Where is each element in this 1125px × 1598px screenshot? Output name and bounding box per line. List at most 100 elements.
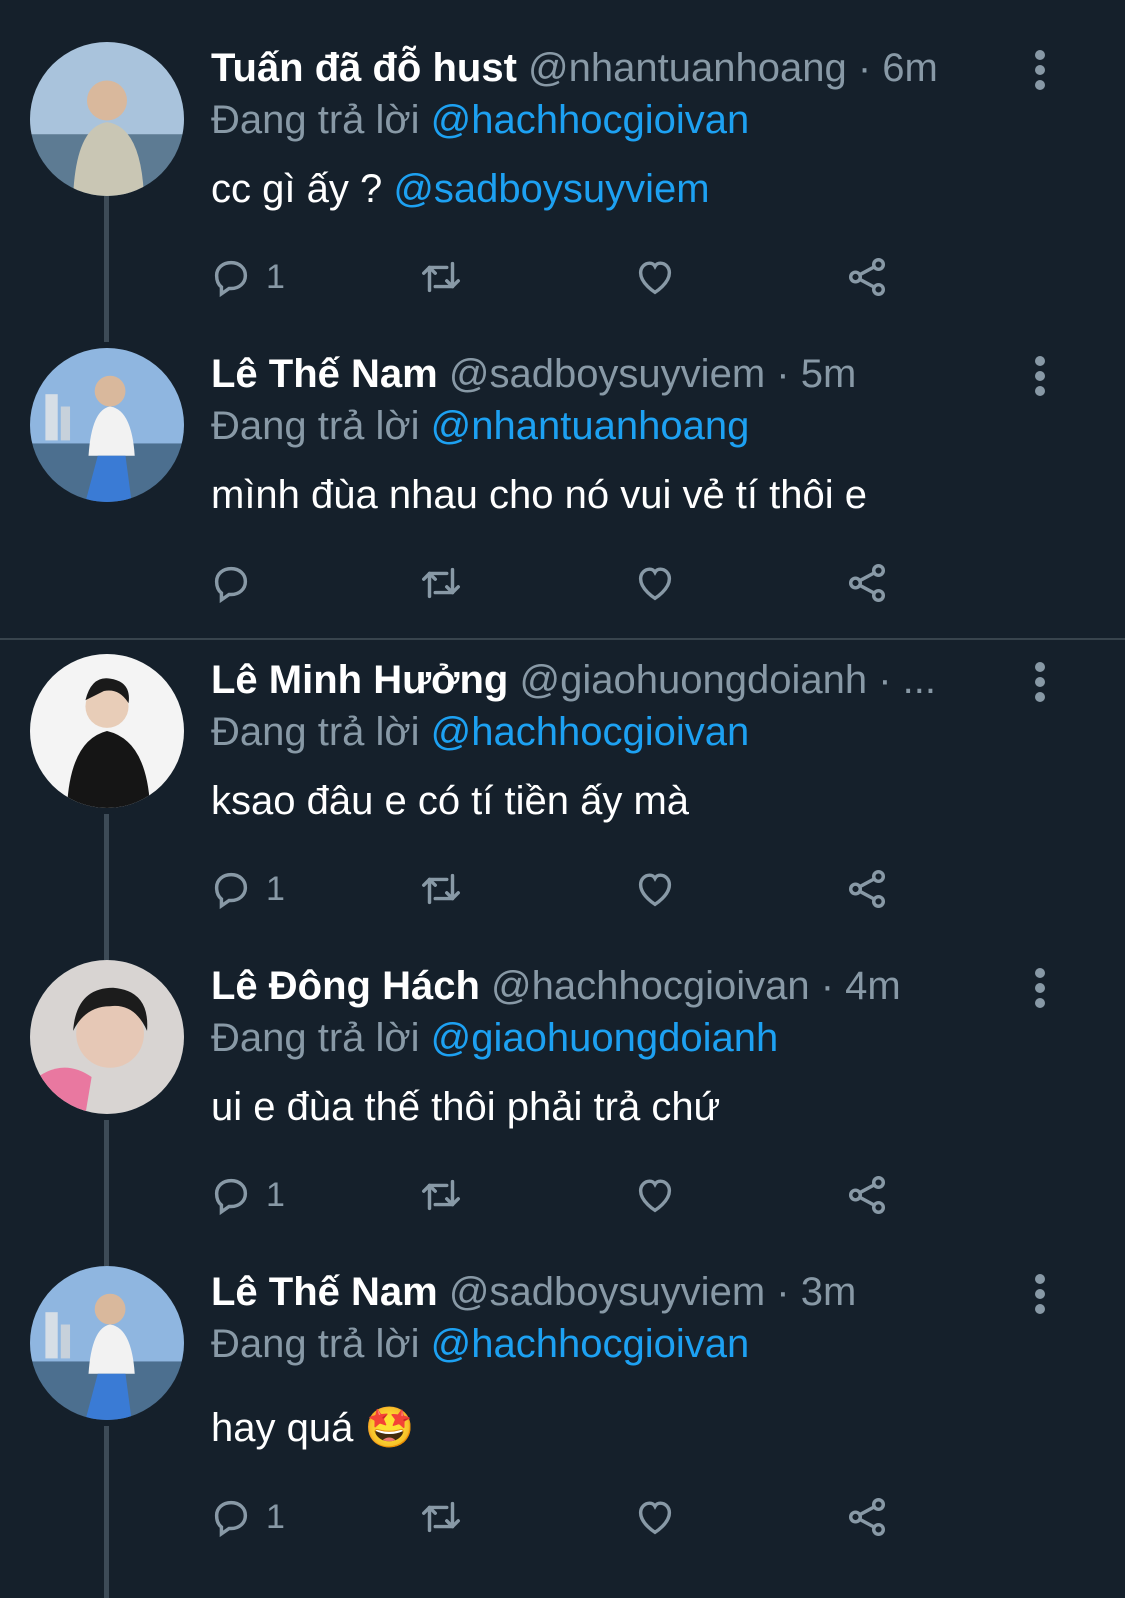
- display-name[interactable]: Lê Thế Nam: [211, 352, 438, 396]
- share-button[interactable]: [844, 864, 890, 914]
- retweet-icon: [422, 567, 460, 599]
- avatar[interactable]: [30, 960, 184, 1114]
- timestamp[interactable]: · ...: [878, 658, 936, 702]
- replying-label: Đang trả lời: [211, 1322, 420, 1366]
- reply-mention-link[interactable]: @hachhocgioivan: [431, 710, 750, 754]
- display-name[interactable]: Lê Đông Hách: [211, 964, 480, 1008]
- tweet[interactable]: Lê Thế Nam @sadboysuyviem · 3m Đang trả …: [0, 1224, 1125, 1538]
- reply-icon: [214, 872, 248, 910]
- replying-to: Đang trả lời @hachhocgioivan: [211, 708, 749, 756]
- retweet-button[interactable]: [418, 1170, 464, 1220]
- tweet-text: ksao đâu e có tí tiền ấy mà: [211, 777, 689, 825]
- retweet-button[interactable]: [418, 864, 464, 914]
- retweet-button[interactable]: [418, 1492, 464, 1542]
- retweet-button[interactable]: [418, 252, 464, 302]
- reply-count: 1: [266, 1175, 285, 1214]
- display-name[interactable]: Lê Minh Hưởng: [211, 658, 508, 702]
- tweet-text-content: ui e đùa thế thôi phải trả chứ: [211, 1085, 721, 1129]
- reply-button[interactable]: 1: [208, 1170, 285, 1220]
- tweet[interactable]: Lê Đông Hách @hachhocgioivan · 4m Đang t…: [0, 918, 1125, 1230]
- reply-mention-link[interactable]: @nhantuanhoang: [431, 404, 750, 448]
- replying-to: Đang trả lời @hachhocgioivan: [211, 96, 749, 144]
- tweet-header: Tuấn đã đỗ hust @nhantuanhoang · 6m: [211, 44, 1011, 92]
- avatar[interactable]: [30, 654, 184, 808]
- share-button[interactable]: [844, 1170, 890, 1220]
- username[interactable]: @giaohuongdoianh: [520, 658, 868, 702]
- tweet-header: Lê Minh Hưởng @giaohuongdoianh · ...: [211, 656, 1011, 704]
- reply-count: 1: [266, 869, 285, 908]
- tweet-text: mình đùa nhau cho nó vui vẻ tí thôi e: [211, 471, 867, 519]
- replying-to: Đang trả lời @nhantuanhoang: [211, 402, 749, 450]
- retweet-icon: [422, 873, 460, 905]
- timestamp[interactable]: · 5m: [776, 352, 856, 396]
- avatar[interactable]: [30, 42, 184, 196]
- replying-label: Đang trả lời: [211, 710, 420, 754]
- like-icon: [638, 1501, 672, 1535]
- timestamp[interactable]: · 6m: [858, 46, 938, 90]
- replying-label: Đang trả lời: [211, 98, 420, 142]
- share-icon: [848, 1176, 886, 1214]
- like-button[interactable]: [632, 558, 678, 608]
- share-button[interactable]: [844, 252, 890, 302]
- avatar[interactable]: [30, 1266, 184, 1420]
- tweet-mention-link[interactable]: @sadboysuyviem: [393, 167, 709, 211]
- reply-icon: [214, 1500, 248, 1538]
- tweet[interactable]: Tuấn đã đỗ hust @nhantuanhoang · 6m Đang…: [0, 0, 1125, 312]
- username[interactable]: @nhantuanhoang: [528, 46, 847, 90]
- retweet-icon: [422, 261, 460, 293]
- retweet-icon: [422, 1501, 460, 1533]
- share-icon: [848, 564, 886, 602]
- display-name[interactable]: Tuấn đã đỗ hust: [211, 46, 517, 90]
- share-button[interactable]: [844, 558, 890, 608]
- share-icon: [848, 870, 886, 908]
- tweet[interactable]: Lê Thế Nam @sadboysuyviem · 5m Đang trả …: [0, 306, 1125, 618]
- retweet-icon: [422, 1179, 460, 1211]
- tweet-text: hay quá 🤩: [211, 1404, 414, 1452]
- like-button[interactable]: [632, 252, 678, 302]
- tweet-header: Lê Thế Nam @sadboysuyviem · 5m: [211, 350, 1011, 398]
- username[interactable]: @sadboysuyviem: [449, 1270, 765, 1314]
- like-icon: [638, 873, 672, 907]
- timestamp[interactable]: · 3m: [776, 1270, 856, 1314]
- more-icon[interactable]: [1030, 968, 1050, 1008]
- like-icon: [638, 567, 672, 601]
- reply-button[interactable]: 1: [208, 1492, 285, 1542]
- reply-mention-link[interactable]: @hachhocgioivan: [431, 1322, 750, 1366]
- reply-button[interactable]: [208, 558, 266, 608]
- reply-count: 1: [266, 257, 285, 296]
- reply-mention-link[interactable]: @giaohuongdoianh: [431, 1016, 779, 1060]
- more-icon[interactable]: [1030, 662, 1050, 702]
- username[interactable]: @sadboysuyviem: [449, 352, 765, 396]
- tweet-actions: 1: [0, 252, 1125, 302]
- reply-button[interactable]: 1: [208, 864, 285, 914]
- replying-to: Đang trả lời @hachhocgioivan: [211, 1320, 749, 1368]
- reply-icon: [214, 1178, 248, 1216]
- display-name[interactable]: Lê Thế Nam: [211, 1270, 438, 1314]
- like-button[interactable]: [632, 864, 678, 914]
- timestamp[interactable]: · 4m: [821, 964, 901, 1008]
- tweet-text-content: cc gì ấy ?: [211, 167, 383, 211]
- reply-icon: [214, 566, 248, 604]
- replying-to: Đang trả lời @giaohuongdoianh: [211, 1014, 778, 1062]
- share-icon: [848, 1498, 886, 1536]
- like-icon: [638, 261, 672, 295]
- reply-mention-link[interactable]: @hachhocgioivan: [431, 98, 750, 142]
- like-button[interactable]: [632, 1170, 678, 1220]
- like-button[interactable]: [632, 1492, 678, 1542]
- tweet-header: Lê Đông Hách @hachhocgioivan · 4m: [211, 962, 1011, 1010]
- avatar[interactable]: [30, 348, 184, 502]
- like-icon: [638, 1179, 672, 1213]
- tweet[interactable]: Lê Minh Hưởng @giaohuongdoianh · ... Đan…: [0, 612, 1125, 924]
- reply-button[interactable]: 1: [208, 252, 285, 302]
- replying-label: Đang trả lời: [211, 404, 420, 448]
- retweet-button[interactable]: [418, 558, 464, 608]
- more-icon[interactable]: [1030, 1274, 1050, 1314]
- share-icon: [848, 258, 886, 296]
- tweet-text: ui e đùa thế thôi phải trả chứ: [211, 1083, 720, 1131]
- tweet-actions: 1: [0, 1170, 1125, 1220]
- username[interactable]: @hachhocgioivan: [491, 964, 810, 1008]
- tweet-text-content: mình đùa nhau cho nó vui vẻ tí thôi e: [211, 473, 867, 517]
- more-icon[interactable]: [1030, 356, 1050, 396]
- share-button[interactable]: [844, 1492, 890, 1542]
- more-icon[interactable]: [1030, 50, 1050, 90]
